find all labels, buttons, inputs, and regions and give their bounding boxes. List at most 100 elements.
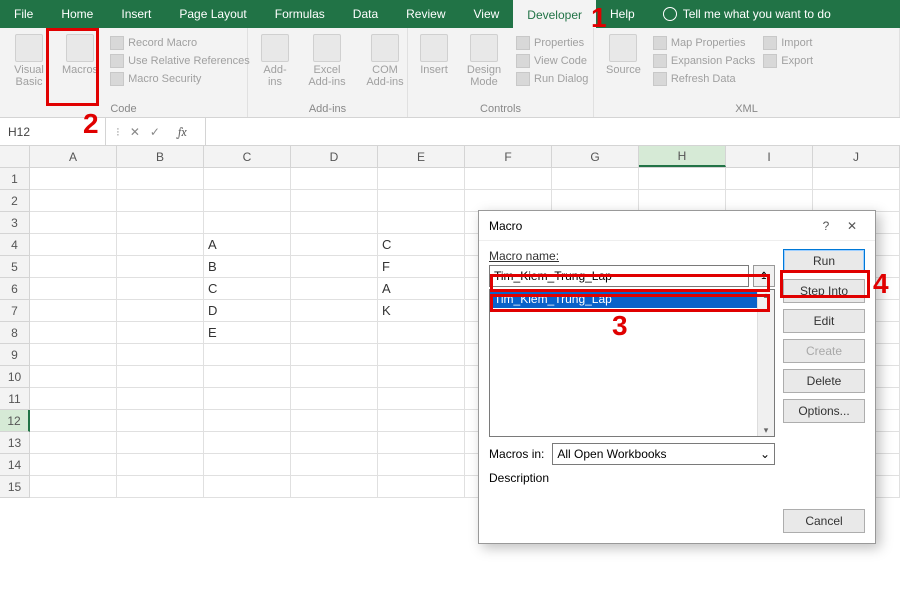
- insert-button[interactable]: Insert: [416, 32, 452, 78]
- edit-button[interactable]: Edit: [783, 309, 865, 333]
- cell-A7[interactable]: [30, 300, 117, 322]
- cancel-button[interactable]: Cancel: [783, 509, 865, 533]
- cell-E9[interactable]: [378, 344, 465, 366]
- macro-list[interactable]: Tim_Kiem_Trung_Lap ▴ ▾: [489, 289, 775, 437]
- tell-me[interactable]: Tell me what you want to do: [649, 0, 845, 28]
- row-header[interactable]: 2: [0, 190, 30, 212]
- macro-list-scrollbar[interactable]: ▴ ▾: [757, 290, 774, 436]
- cell-A12[interactable]: [30, 410, 117, 432]
- addins-button[interactable]: Add-ins: [256, 32, 294, 90]
- macros-in-select[interactable]: All Open Workbooks ⌄: [552, 443, 775, 465]
- cell-C8[interactable]: E: [204, 322, 291, 344]
- cell-A11[interactable]: [30, 388, 117, 410]
- cell-C2[interactable]: [204, 190, 291, 212]
- collapse-dialog-button[interactable]: ↥: [753, 265, 775, 287]
- cell-J2[interactable]: [813, 190, 900, 212]
- cell-B11[interactable]: [117, 388, 204, 410]
- properties-button[interactable]: Properties: [516, 36, 588, 50]
- col-D[interactable]: D: [291, 146, 378, 167]
- row-header[interactable]: 11: [0, 388, 30, 410]
- cell-A10[interactable]: [30, 366, 117, 388]
- row-header[interactable]: 9: [0, 344, 30, 366]
- cell-B9[interactable]: [117, 344, 204, 366]
- cell-E8[interactable]: [378, 322, 465, 344]
- expansion-packs-button[interactable]: Expansion Packs: [653, 54, 755, 68]
- dialog-close-button[interactable]: ✕: [839, 213, 865, 239]
- cell-G1[interactable]: [552, 168, 639, 190]
- cell-C6[interactable]: C: [204, 278, 291, 300]
- col-A[interactable]: A: [30, 146, 117, 167]
- row-header[interactable]: 13: [0, 432, 30, 454]
- row-header[interactable]: 7: [0, 300, 30, 322]
- step-into-button[interactable]: Step Into: [783, 279, 865, 303]
- cell-B3[interactable]: [117, 212, 204, 234]
- cell-A2[interactable]: [30, 190, 117, 212]
- row-header[interactable]: 3: [0, 212, 30, 234]
- cell-C11[interactable]: [204, 388, 291, 410]
- fx-label[interactable]: fx: [170, 125, 195, 139]
- tab-page-layout[interactable]: Page Layout: [165, 0, 260, 28]
- cell-A3[interactable]: [30, 212, 117, 234]
- macro-security-button[interactable]: Macro Security: [110, 72, 250, 86]
- cell-D9[interactable]: [291, 344, 378, 366]
- tab-insert[interactable]: Insert: [107, 0, 165, 28]
- dialog-titlebar[interactable]: Macro ? ✕: [479, 211, 875, 241]
- cell-A4[interactable]: [30, 234, 117, 256]
- col-G[interactable]: G: [552, 146, 639, 167]
- col-B[interactable]: B: [117, 146, 204, 167]
- cell-D8[interactable]: [291, 322, 378, 344]
- tab-formulas[interactable]: Formulas: [261, 0, 339, 28]
- tab-data[interactable]: Data: [339, 0, 392, 28]
- cell-D10[interactable]: [291, 366, 378, 388]
- excel-addins-button[interactable]: Excel Add-ins: [302, 32, 352, 90]
- macro-list-item[interactable]: Tim_Kiem_Trung_Lap: [490, 290, 774, 308]
- cell-D4[interactable]: [291, 234, 378, 256]
- cell-E13[interactable]: [378, 432, 465, 454]
- row-header[interactable]: 5: [0, 256, 30, 278]
- row-header[interactable]: 10: [0, 366, 30, 388]
- tab-file[interactable]: File: [0, 0, 47, 28]
- cell-A13[interactable]: [30, 432, 117, 454]
- cell-A1[interactable]: [30, 168, 117, 190]
- cell-B10[interactable]: [117, 366, 204, 388]
- cell-B12[interactable]: [117, 410, 204, 432]
- cell-B7[interactable]: [117, 300, 204, 322]
- cell-D2[interactable]: [291, 190, 378, 212]
- cell-C5[interactable]: B: [204, 256, 291, 278]
- cell-B2[interactable]: [117, 190, 204, 212]
- tab-developer[interactable]: Developer: [513, 0, 596, 28]
- cell-D13[interactable]: [291, 432, 378, 454]
- name-box[interactable]: H12: [0, 118, 106, 145]
- tab-review[interactable]: Review: [392, 0, 459, 28]
- row-header[interactable]: 14: [0, 454, 30, 476]
- scroll-up-icon[interactable]: ▴: [764, 290, 769, 301]
- cell-B13[interactable]: [117, 432, 204, 454]
- cell-B4[interactable]: [117, 234, 204, 256]
- refresh-data-button[interactable]: Refresh Data: [653, 72, 755, 86]
- cell-B15[interactable]: [117, 476, 204, 498]
- cell-G2[interactable]: [552, 190, 639, 212]
- row-header[interactable]: 15: [0, 476, 30, 498]
- cell-C15[interactable]: [204, 476, 291, 498]
- cell-C14[interactable]: [204, 454, 291, 476]
- cell-E1[interactable]: [378, 168, 465, 190]
- macro-name-input[interactable]: [489, 265, 749, 287]
- row-header[interactable]: 4: [0, 234, 30, 256]
- cell-A14[interactable]: [30, 454, 117, 476]
- dialog-help-button[interactable]: ?: [813, 213, 839, 239]
- cell-E6[interactable]: A: [378, 278, 465, 300]
- tab-home[interactable]: Home: [47, 0, 107, 28]
- cell-D7[interactable]: [291, 300, 378, 322]
- create-button[interactable]: Create: [783, 339, 865, 363]
- cell-E4[interactable]: C: [378, 234, 465, 256]
- macros-button[interactable]: Macros: [58, 32, 102, 78]
- cell-B1[interactable]: [117, 168, 204, 190]
- col-H[interactable]: H: [639, 146, 726, 167]
- scroll-down-icon[interactable]: ▾: [764, 425, 769, 436]
- cell-E12[interactable]: [378, 410, 465, 432]
- cell-B5[interactable]: [117, 256, 204, 278]
- select-all-corner[interactable]: [0, 146, 30, 167]
- cell-E3[interactable]: [378, 212, 465, 234]
- cell-E14[interactable]: [378, 454, 465, 476]
- cell-D3[interactable]: [291, 212, 378, 234]
